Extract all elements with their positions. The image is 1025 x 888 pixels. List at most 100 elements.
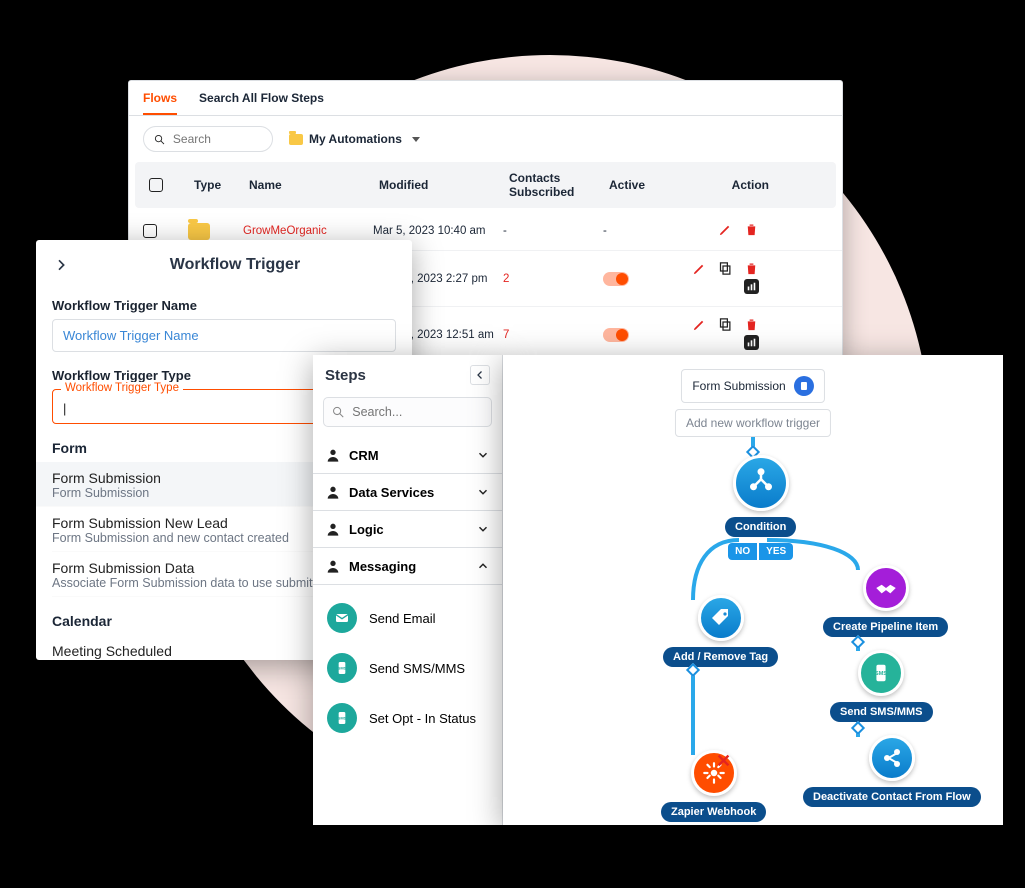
- folder-selection[interactable]: My Automations: [289, 132, 420, 146]
- column-type: Type: [194, 178, 249, 192]
- row-name-link[interactable]: GrowMeOrganic: [243, 225, 373, 237]
- person-icon: [325, 447, 341, 463]
- steps-category-data-services[interactable]: Data Services: [313, 474, 502, 511]
- trash-icon[interactable]: [744, 261, 759, 276]
- steps-category-messaging[interactable]: Messaging: [313, 548, 502, 585]
- node-zapier-webhook[interactable]: Zapier Webhook: [661, 750, 766, 822]
- stats-icon[interactable]: [744, 279, 759, 294]
- node-send-sms[interactable]: SMS Send SMS/MMS: [830, 650, 933, 722]
- node-label: Create Pipeline Item: [823, 617, 948, 637]
- trigger-type-legend: Workflow Trigger Type: [61, 382, 183, 394]
- connector-diamond: [851, 721, 865, 735]
- column-action: Action: [689, 178, 769, 192]
- category-label: Logic: [349, 522, 384, 537]
- chevron-down-icon: [412, 137, 420, 142]
- person-icon: [325, 558, 341, 574]
- chevron-right-icon: [53, 257, 69, 273]
- step-send-email[interactable]: Send Email: [313, 593, 502, 643]
- sms-icon: SMS: [858, 650, 904, 696]
- search-icon: [332, 405, 344, 419]
- trash-icon[interactable]: [744, 317, 759, 332]
- tab-search-all-steps[interactable]: Search All Flow Steps: [199, 91, 324, 115]
- svg-text:SMS: SMS: [338, 665, 347, 670]
- back-button[interactable]: [50, 254, 72, 276]
- branch-no[interactable]: NO: [728, 543, 757, 560]
- tab-flows[interactable]: Flows: [143, 91, 177, 115]
- row-contacts: -: [503, 225, 603, 237]
- node-add-remove-tag[interactable]: Add / Remove Tag: [663, 595, 778, 667]
- person-icon: [325, 484, 341, 500]
- connector-diamond: [851, 635, 865, 649]
- node-create-pipeline[interactable]: Create Pipeline Item: [823, 565, 948, 637]
- search-icon: [154, 133, 165, 146]
- chevron-down-icon: [476, 485, 490, 499]
- node-label: Deactivate Contact From Flow: [803, 787, 981, 807]
- sms-icon: SMS: [327, 703, 357, 733]
- step-send-sms[interactable]: SMS Send SMS/MMS: [313, 643, 502, 693]
- delete-node-icon[interactable]: ✕: [716, 751, 731, 772]
- copy-icon[interactable]: [718, 261, 733, 276]
- column-name: Name: [249, 178, 379, 192]
- stats-icon[interactable]: [744, 335, 759, 350]
- chevron-up-icon: [476, 559, 490, 573]
- active-toggle[interactable]: [603, 328, 629, 342]
- folder-icon: [188, 223, 210, 240]
- svg-text:SMS: SMS: [875, 671, 887, 677]
- node-condition[interactable]: Condition NO YES: [725, 455, 796, 560]
- active-toggle[interactable]: [603, 272, 629, 286]
- form-icon: [794, 376, 814, 396]
- flows-search-input[interactable]: [171, 131, 262, 147]
- sms-icon: SMS: [327, 653, 357, 683]
- node-label: Send SMS/MMS: [830, 702, 933, 722]
- steps-category-crm[interactable]: CRM: [313, 437, 502, 474]
- edit-icon[interactable]: [692, 261, 707, 276]
- trigger-name-label: Workflow Trigger Name: [52, 298, 396, 313]
- folder-icon: [289, 134, 303, 145]
- step-label: Set Opt - In Status: [369, 711, 476, 726]
- edit-icon[interactable]: [692, 317, 707, 332]
- category-label: CRM: [349, 448, 379, 463]
- steps-category-logic[interactable]: Logic: [313, 511, 502, 548]
- node-deactivate-contact[interactable]: Deactivate Contact From Flow: [803, 735, 981, 807]
- node-label: Add / Remove Tag: [663, 647, 778, 667]
- workflow-canvas[interactable]: Form Submission Add new workflow trigger…: [503, 355, 1003, 825]
- steps-title: Steps: [325, 367, 366, 384]
- chevron-down-icon: [476, 522, 490, 536]
- add-workflow-trigger-button[interactable]: Add new workflow trigger: [675, 409, 831, 437]
- step-label: Send SMS/MMS: [369, 661, 465, 676]
- row-active: -: [603, 225, 683, 237]
- column-contacts: Contacts Subscribed: [509, 171, 609, 199]
- node-label: Zapier Webhook: [661, 802, 766, 822]
- category-label: Messaging: [349, 559, 416, 574]
- svg-text:SMS: SMS: [338, 715, 347, 720]
- mail-icon: [327, 603, 357, 633]
- trigger-chip-label: Form Submission: [692, 379, 785, 393]
- step-label: Send Email: [369, 611, 435, 626]
- row-contacts: 2: [503, 273, 603, 285]
- category-label: Data Services: [349, 485, 434, 500]
- select-all-checkbox[interactable]: [149, 178, 163, 192]
- step-set-opt-in[interactable]: SMS Set Opt - In Status: [313, 693, 502, 743]
- branch-yes[interactable]: YES: [759, 543, 793, 560]
- steps-panel: Steps CRM Data Services Logic Messaging: [313, 355, 503, 825]
- collapse-steps-button[interactable]: [470, 365, 490, 385]
- condition-icon: [733, 455, 789, 511]
- handshake-icon: [863, 565, 909, 611]
- row-modified: Mar 5, 2023 10:40 am: [373, 225, 503, 237]
- flows-table-header: Type Name Modified Contacts Subscribed A…: [135, 162, 836, 208]
- row-contacts: 7: [503, 329, 603, 341]
- column-active: Active: [609, 178, 689, 192]
- steps-search-input[interactable]: [350, 404, 483, 420]
- edit-icon[interactable]: [718, 222, 733, 237]
- node-label: Condition: [725, 517, 796, 537]
- copy-icon[interactable]: [718, 317, 733, 332]
- trigger-name-input[interactable]: [52, 319, 396, 352]
- trash-icon[interactable]: [744, 222, 759, 237]
- add-trigger-label: Add new workflow trigger: [686, 416, 820, 430]
- column-modified: Modified: [379, 178, 509, 192]
- steps-search-box[interactable]: [323, 397, 492, 427]
- flows-search-box[interactable]: [143, 126, 273, 152]
- chevron-down-icon: [476, 448, 490, 462]
- row-checkbox[interactable]: [143, 224, 157, 238]
- trigger-chip[interactable]: Form Submission: [681, 369, 824, 403]
